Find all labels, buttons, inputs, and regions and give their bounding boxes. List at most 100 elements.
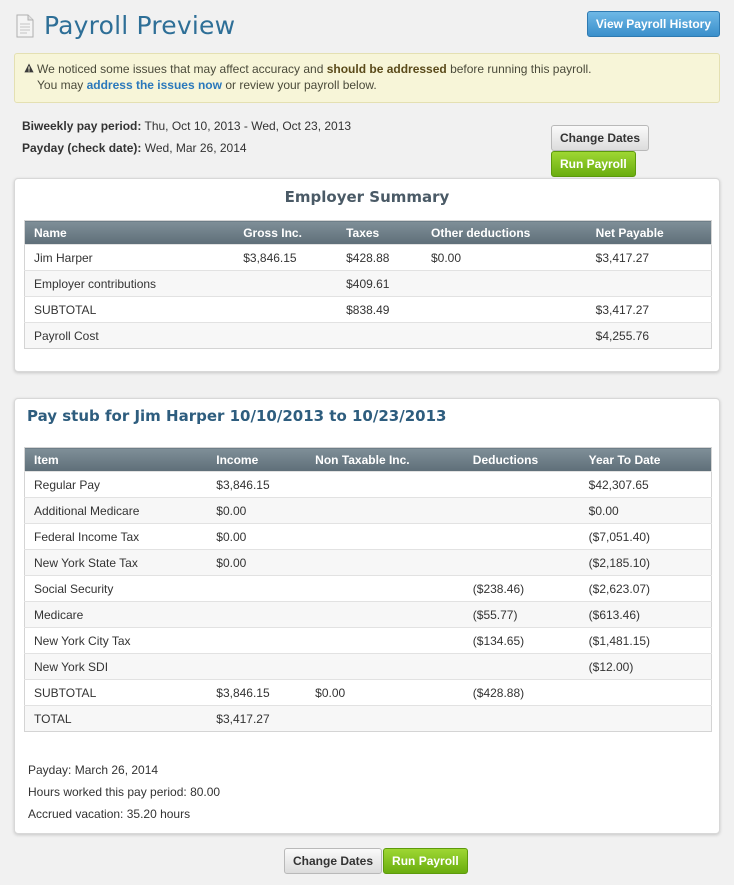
alert-emphasis: should be addressed	[326, 62, 447, 76]
table-row: Employer contributions $409.61	[24, 270, 712, 297]
pay-stub-cell: $3,846.15	[207, 471, 307, 498]
pay-stub-cell	[463, 653, 580, 680]
table-row: New York SDI ($12.00)	[24, 653, 712, 680]
pay-stub-column-header: Year To Date	[579, 447, 712, 472]
alert-text: or review your payroll below.	[221, 78, 377, 92]
table-row: SUBTOTAL $3,846.15 $0.00 ($428.88)	[24, 679, 712, 706]
pay-stub-panel: Pay stub for Jim Harper 10/10/2013 to 10…	[14, 398, 720, 834]
run-payroll-button[interactable]: Run Payroll	[551, 151, 636, 177]
pay-stub-cell	[463, 705, 580, 732]
employer-summary-cell: $409.61	[337, 270, 422, 297]
employer-summary-cell: $3,846.15	[234, 244, 338, 271]
employer-summary-cell: Payroll Cost	[24, 322, 235, 349]
employer-summary-cell: $3,417.27	[586, 244, 712, 271]
pay-stub-cell: ($2,185.10)	[579, 549, 712, 576]
pay-stub-cell	[306, 497, 464, 524]
employer-summary-cell	[586, 270, 712, 297]
pay-stub-cell	[306, 471, 464, 498]
table-row: Medicare ($55.77) ($613.46)	[24, 601, 712, 628]
document-icon	[16, 14, 34, 38]
pay-stub-cell: ($7,051.40)	[579, 523, 712, 550]
alert-text: We noticed some issues that may affect a…	[37, 62, 327, 76]
employer-summary-column-header: Gross Inc.	[234, 220, 338, 245]
view-payroll-history-button[interactable]: View Payroll History	[586, 11, 720, 37]
pay-stub-cell: ($2,623.07)	[579, 575, 712, 602]
employer-summary-column-header: Other deductions	[422, 220, 587, 245]
employer-summary-cell	[234, 322, 338, 349]
change-dates-button-bottom[interactable]: Change Dates	[284, 848, 383, 874]
pay-stub-cell	[306, 627, 464, 654]
pay-stub-cell: $0.00	[306, 679, 464, 706]
pay-stub-cell: TOTAL	[24, 705, 208, 732]
employer-summary-cell	[422, 296, 587, 323]
pay-stub-cell	[306, 653, 464, 680]
pay-stub-cell: ($238.46)	[463, 575, 580, 602]
pay-stub-cell: Federal Income Tax	[24, 523, 208, 550]
pay-stub-cell: $0.00	[207, 523, 307, 550]
pay-stub-cell: ($1,481.15)	[579, 627, 712, 654]
pay-stub-notes: Payday: March 26, 2014 Hours worked this…	[28, 759, 220, 825]
pay-period-label: Biweekly pay period:	[22, 119, 142, 133]
employer-summary-cell: $428.88	[337, 244, 422, 271]
pay-stub-cell: Regular Pay	[24, 471, 208, 498]
payday-row: Payday (check date): Wed, Mar 26, 2014	[22, 140, 351, 162]
pay-period-value: Thu, Oct 10, 2013 - Wed, Oct 23, 2013	[144, 119, 352, 133]
employer-summary-cell: Jim Harper	[24, 244, 235, 271]
pay-stub-cell	[306, 575, 464, 602]
pay-stub-title: Pay stub for Jim Harper 10/10/2013 to 10…	[27, 407, 447, 425]
pay-stub-cell: $3,846.15	[207, 679, 307, 706]
pay-stub-cell	[306, 549, 464, 576]
pay-period-row: Biweekly pay period: Thu, Oct 10, 2013 -…	[22, 118, 351, 140]
pay-stub-cell: ($428.88)	[463, 679, 580, 706]
address-issues-link[interactable]: address the issues now	[87, 78, 222, 92]
table-row: SUBTOTAL $838.49 $3,417.27	[24, 296, 712, 323]
table-row: Additional Medicare $0.00 $0.00	[24, 497, 712, 524]
pay-stub-column-header: Non Taxable Inc.	[306, 447, 464, 472]
employer-summary-cell	[422, 270, 587, 297]
pay-stub-cell	[463, 497, 580, 524]
pay-stub-cell: New York State Tax	[24, 549, 208, 576]
warning-alert: We noticed some issues that may affect a…	[14, 53, 720, 103]
employer-summary-table: Name Gross Inc. Taxes Other deductions Net P…	[24, 220, 712, 349]
employer-summary-panel: Employer Summary Name Gross Inc. Taxes Othe…	[14, 178, 720, 372]
employer-summary-cell	[422, 322, 587, 349]
table-row: New York City Tax ($134.65) ($1,481.15)	[24, 627, 712, 654]
page-header: Payroll Preview View Payroll History	[14, 10, 720, 44]
pay-stub-cell: Additional Medicare	[24, 497, 208, 524]
pay-stub-cell: ($55.77)	[463, 601, 580, 628]
bottom-actions: Change Dates Run Payroll	[284, 848, 469, 874]
table-row: TOTAL $3,417.27	[24, 705, 712, 732]
run-payroll-button-bottom[interactable]: Run Payroll	[383, 848, 468, 874]
pay-stub-cell	[207, 627, 307, 654]
pay-stub-cell: New York City Tax	[24, 627, 208, 654]
pay-stub-cell	[207, 575, 307, 602]
employer-summary-column-header: Taxes	[337, 220, 422, 245]
table-row: New York State Tax $0.00 ($2,185.10)	[24, 549, 712, 576]
pay-stub-cell: $0.00	[207, 497, 307, 524]
employer-summary-cell: Employer contributions	[24, 270, 235, 297]
pay-stub-column-header: Deductions	[463, 447, 580, 472]
hours-worked-note: Hours worked this pay period: 80.00	[28, 785, 221, 799]
employer-summary-column-header: Name	[24, 220, 235, 245]
payday-note: Payday: March 26, 2014	[28, 763, 159, 777]
pay-stub-cell: $3,417.27	[207, 705, 307, 732]
pay-stub-table: Item Income Non Taxable Inc. Deductions Year…	[24, 447, 712, 732]
change-dates-button[interactable]: Change Dates	[551, 125, 650, 151]
accrued-vacation-note: Accrued vacation: 35.20 hours	[28, 807, 191, 821]
employer-summary-cell	[337, 322, 422, 349]
pay-stub-cell: SUBTOTAL	[24, 679, 208, 706]
employer-summary-cell: $3,417.27	[586, 296, 712, 323]
pay-stub-cell	[306, 601, 464, 628]
alert-text: You may	[37, 78, 87, 92]
employer-summary-cell: SUBTOTAL	[24, 296, 235, 323]
pay-stub-cell: $42,307.65	[579, 471, 712, 498]
alert-line-2: You may address the issues now or review…	[37, 77, 709, 93]
employer-summary-title: Employer Summary	[284, 188, 450, 206]
pay-stub-cell	[579, 705, 712, 732]
pay-stub-cell	[306, 705, 464, 732]
employer-summary-cell: $4,255.76	[586, 322, 712, 349]
pay-stub-cell	[579, 679, 712, 706]
pay-stub-column-header: Income	[207, 447, 307, 472]
pay-stub-cell	[207, 601, 307, 628]
employer-summary-cell	[234, 296, 338, 323]
